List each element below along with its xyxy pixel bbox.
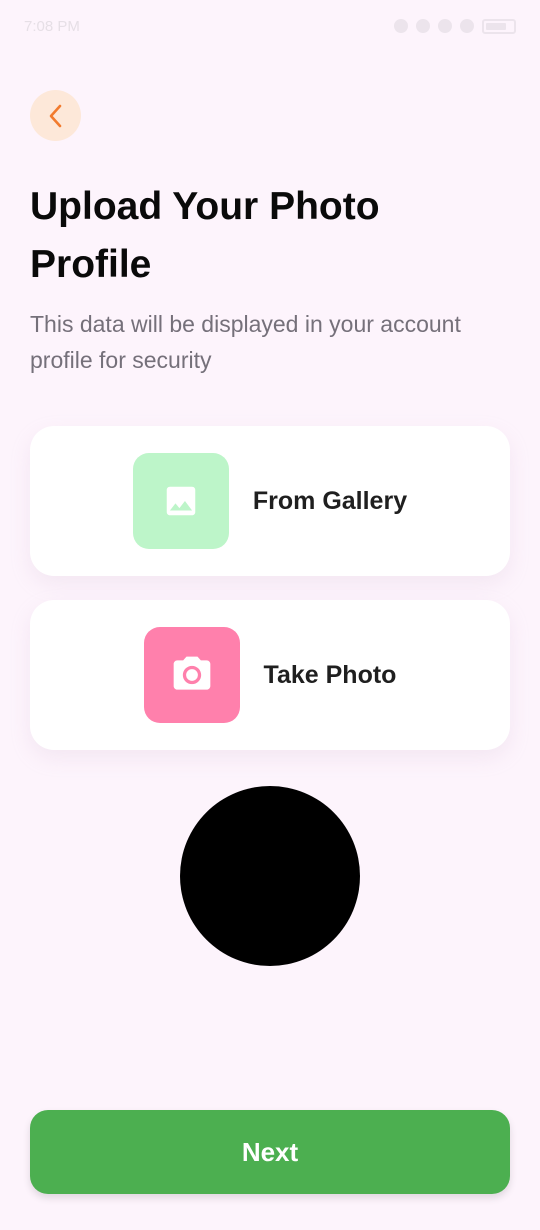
signal-icon bbox=[460, 19, 474, 33]
chevron-left-icon bbox=[49, 104, 61, 127]
from-gallery-option[interactable]: From Gallery bbox=[30, 426, 510, 576]
battery-icon bbox=[482, 18, 516, 34]
avatar-preview bbox=[180, 786, 360, 966]
image-icon bbox=[166, 486, 196, 516]
take-photo-option[interactable]: Take Photo bbox=[30, 600, 510, 750]
page-subtitle: This data will be displayed in your acco… bbox=[30, 311, 461, 373]
next-button[interactable]: Next bbox=[30, 1110, 510, 1194]
camera-icon-tile bbox=[143, 627, 240, 723]
status-time: 7:08 PM bbox=[24, 17, 80, 35]
page-title: Upload Your Photo Profile bbox=[30, 185, 380, 286]
back-button[interactable] bbox=[30, 90, 81, 141]
upload-photo-screen: 7:08 PM Upload Your Photo Profile This d… bbox=[0, 0, 540, 1230]
camera-icon bbox=[173, 656, 210, 690]
from-gallery-label: From Gallery bbox=[252, 486, 408, 515]
status-bar: 7:08 PM bbox=[0, 0, 540, 52]
bluetooth-icon bbox=[416, 19, 430, 33]
gallery-icon-tile bbox=[132, 453, 229, 549]
wifi-icon bbox=[438, 19, 452, 33]
take-photo-label: Take Photo bbox=[263, 660, 397, 689]
alarm-icon bbox=[394, 19, 408, 33]
